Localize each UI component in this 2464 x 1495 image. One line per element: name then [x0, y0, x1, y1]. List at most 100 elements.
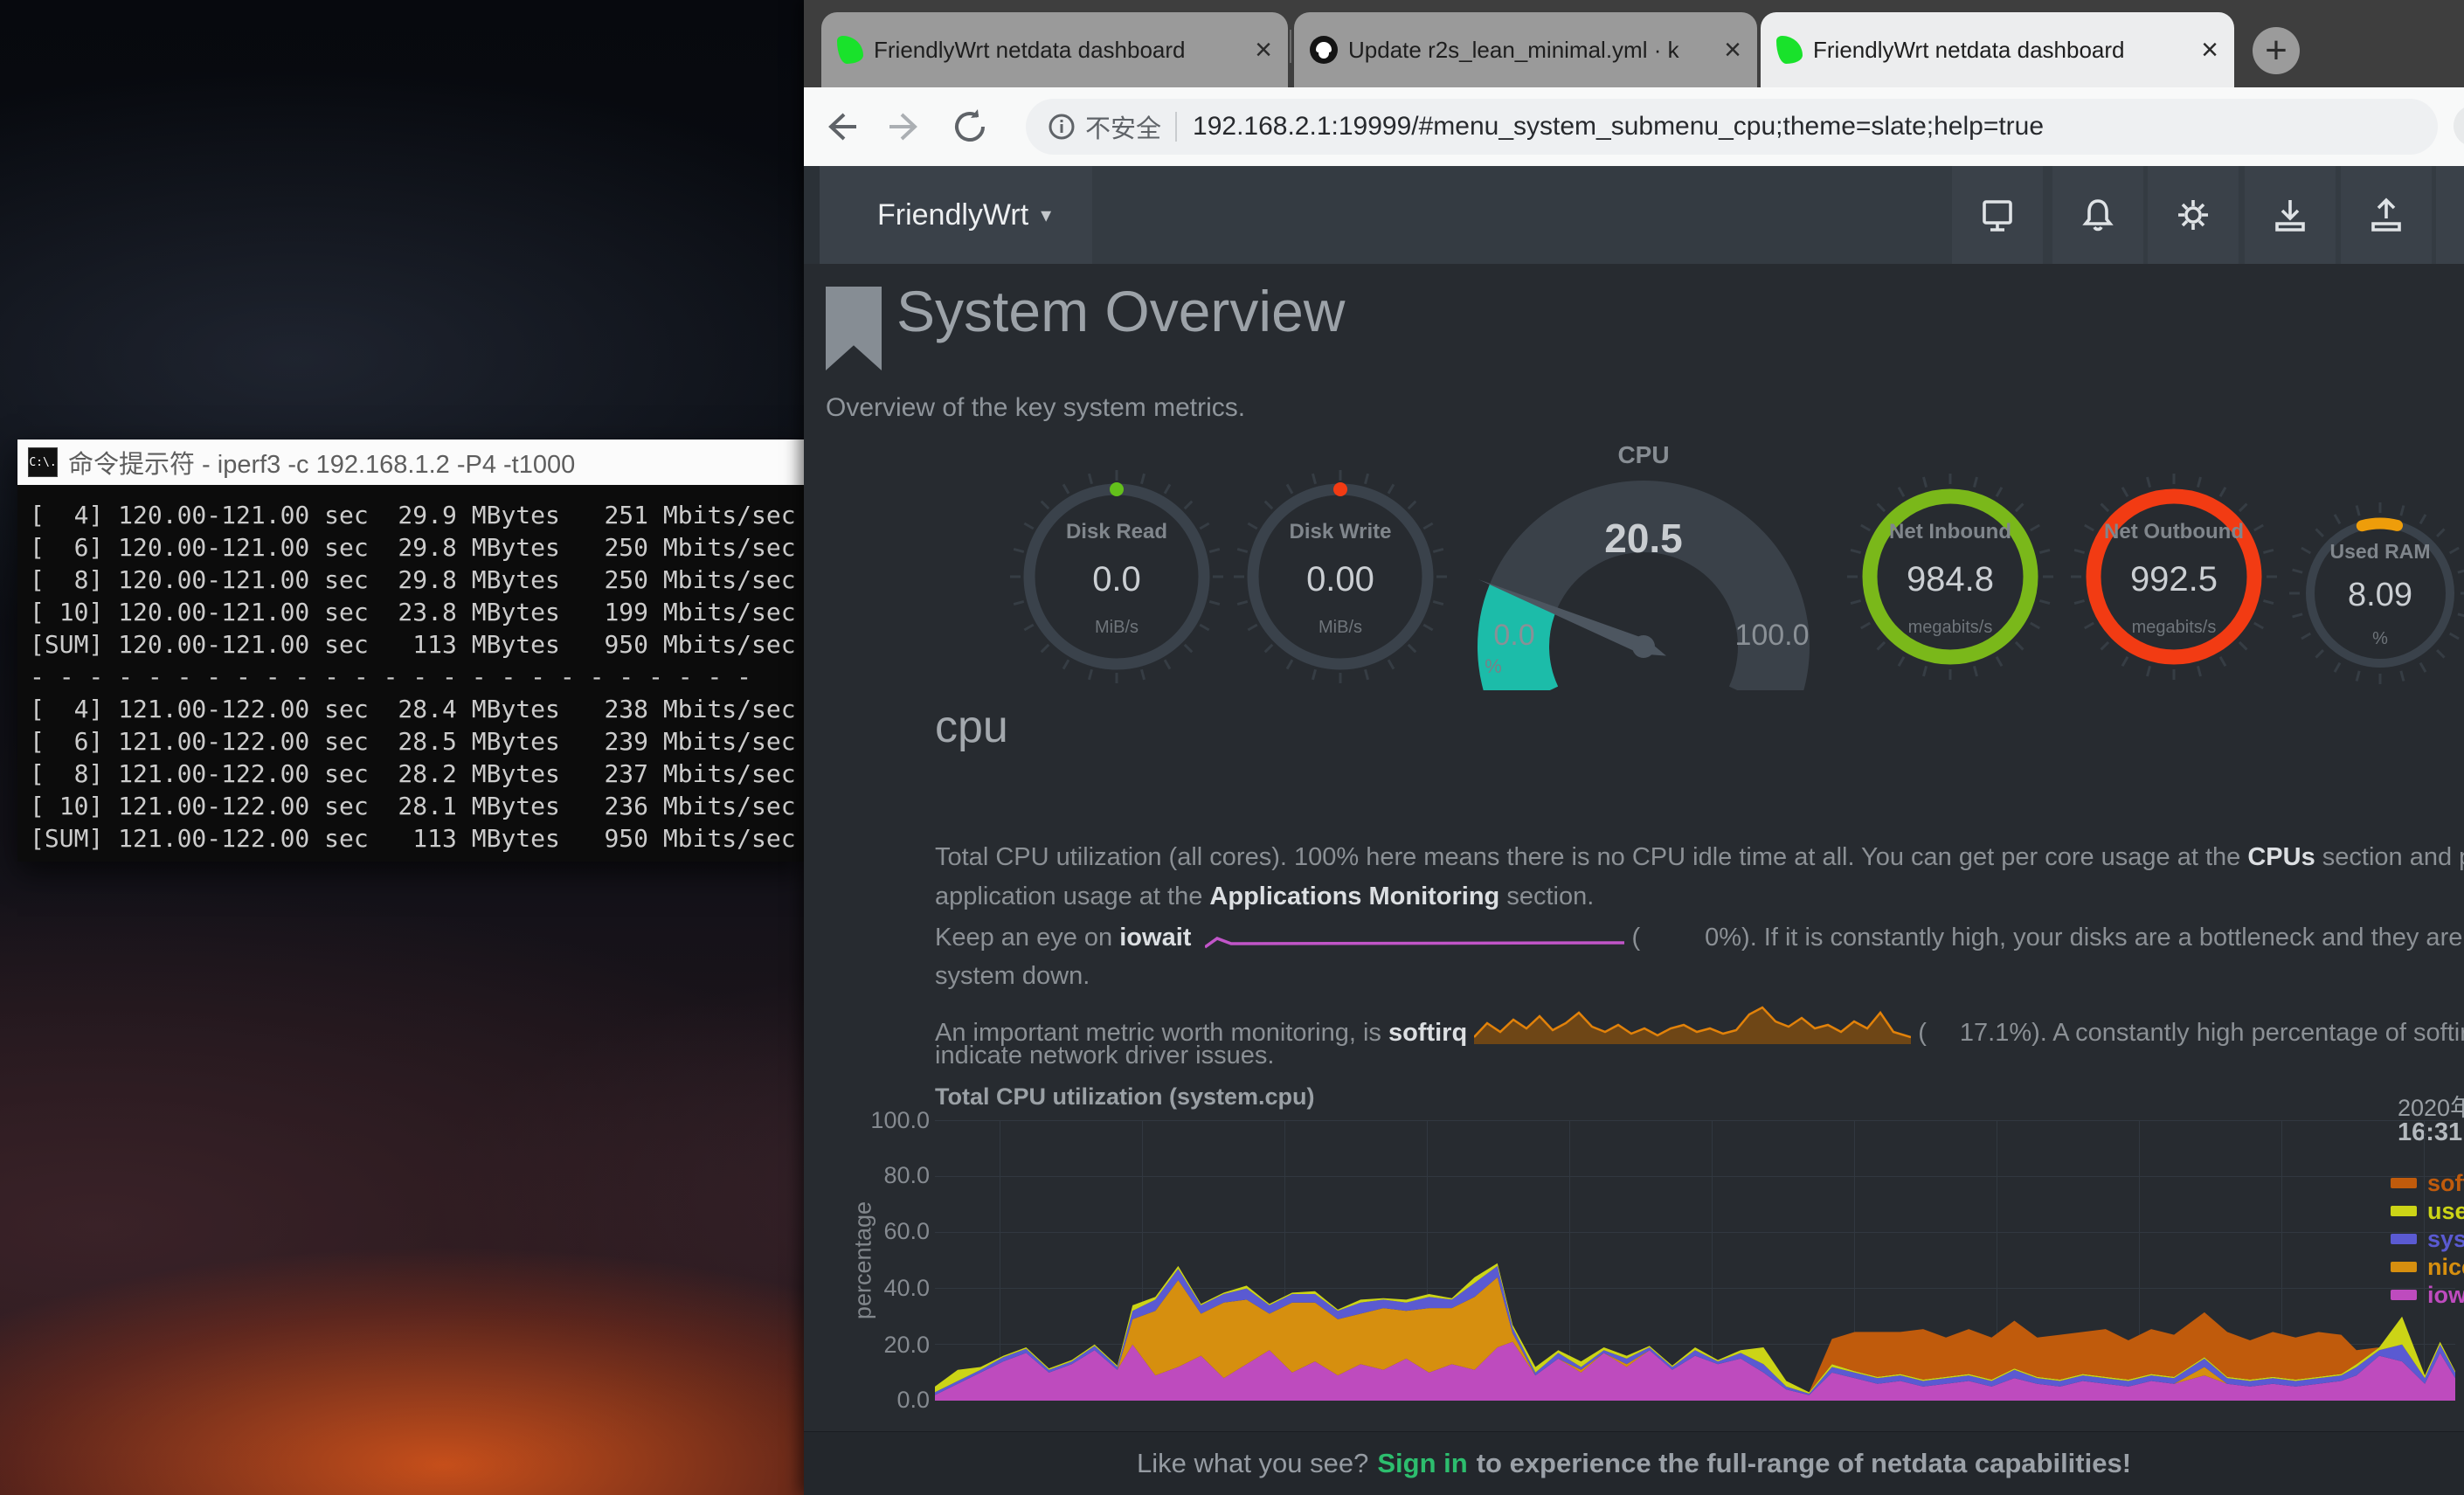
close-icon[interactable]: × [2201, 35, 2218, 65]
close-icon[interactable]: × [1255, 35, 1272, 65]
terminal-line: [SUM] 120.00-121.00 sec 113 MBytes 950 M… [30, 628, 792, 661]
svg-text:megabits/s: megabits/s [2132, 618, 2217, 637]
signin-prefix: Like what you see? [1137, 1448, 1368, 1479]
tab-github[interactable]: Update r2s_lean_minimal.yml · k × [1294, 12, 1757, 87]
svg-text:Net Outbound: Net Outbound [2104, 520, 2244, 543]
legend-label: user [2427, 1198, 2464, 1225]
tab-netdata-2-active[interactable]: FriendlyWrt netdata dashboard × [1761, 12, 2234, 87]
cpu-gauge-arc [1478, 481, 1810, 690]
status-dot [1333, 482, 1347, 496]
legend-swatch [2391, 1262, 2417, 1272]
svg-text:MiB/s: MiB/s [1319, 618, 1362, 637]
bell-icon [2078, 195, 2118, 235]
omnibox-divider [1175, 112, 1177, 142]
tab-title: Update r2s_lean_minimal.yml · k [1348, 37, 1712, 64]
legend-label: system [2427, 1226, 2464, 1253]
gauge-cpu[interactable]: CPU 20.5 0.0 100.0 % [1460, 428, 1827, 690]
terminal-line: [ 10] 120.00-121.00 sec 23.8 MBytes 199 … [30, 596, 792, 628]
gauge-disk-read[interactable]: Disk Read 0.0 MiB/s [1003, 454, 1230, 699]
y-axis-label: 100.0 [855, 1107, 930, 1134]
cpus-link[interactable]: CPUs [2247, 843, 2315, 871]
legend-swatch [2391, 1290, 2417, 1300]
toolbar-extra-icon[interactable] [2454, 105, 2464, 147]
header-edge [804, 166, 820, 264]
import-settings-button[interactable] [2245, 166, 2336, 264]
upload-icon [2366, 195, 2406, 235]
gauge-net-outbound[interactable]: Net Outbound 992.5 megabits/s [2060, 454, 2288, 699]
chart-legend: softirq user system nice iowait [2391, 1169, 2464, 1309]
netdata-header: FriendlyWrt ▾ [804, 166, 2464, 264]
reload-icon[interactable] [949, 106, 991, 148]
signin-suffix: to experience the full-range of netdata … [1477, 1448, 2131, 1479]
cmd-icon: C:\. [28, 447, 58, 477]
legend-row-system[interactable]: system [2391, 1225, 2464, 1253]
tab-netdata-1[interactable]: FriendlyWrt netdata dashboard × [821, 12, 1288, 87]
iowait-sparkline [1205, 923, 1624, 952]
header-partial-button[interactable] [2436, 166, 2464, 264]
page-title: System Overview [896, 278, 1345, 344]
terminal-title: 命令提示符 - iperf3 -c 192.168.1.2 -P4 -t1000 [68, 444, 575, 481]
applications-monitoring-link[interactable]: Applications Monitoring [1209, 882, 1499, 910]
host-dropdown[interactable]: FriendlyWrt ▾ [820, 166, 1092, 264]
info-icon[interactable] [1047, 112, 1076, 142]
new-tab-button[interactable]: + [2253, 27, 2300, 74]
terminal-window[interactable]: C:\. 命令提示符 - iperf3 -c 192.168.1.2 -P4 -… [17, 440, 804, 862]
cpu-description-line: system down. [935, 962, 1090, 991]
gauge-disk-write[interactable]: Disk Write 0.00 MiB/s [1227, 454, 1454, 699]
export-settings-button[interactable] [2341, 166, 2432, 264]
softirq-link[interactable]: softirq [1388, 1019, 1467, 1047]
terminal-line: [ 8] 121.00-122.00 sec 28.2 MBytes 237 M… [30, 758, 792, 790]
nodes-view-button[interactable] [1952, 166, 2043, 264]
omnibox[interactable]: 不安全 192.168.2.1:19999/#menu_system_subme… [1026, 99, 2438, 155]
softirq-sparkline [1474, 1002, 1911, 1048]
svg-text:%: % [1485, 655, 1502, 677]
signin-link[interactable]: Sign in [1377, 1448, 1467, 1479]
svg-text:0.00: 0.00 [1306, 560, 1374, 599]
svg-text:8.09: 8.09 [2348, 577, 2412, 613]
netdata-page: System Overview Overview of the key syst… [804, 264, 2464, 1431]
svg-text:megabits/s: megabits/s [1908, 618, 1993, 637]
desktop: C:\. 命令提示符 - iperf3 -c 192.168.1.2 -P4 -… [0, 0, 2464, 1495]
terminal-output: [ 4] 120.00-121.00 sec 29.9 MBytes 251 M… [17, 485, 804, 862]
iowait-link[interactable]: iowait [1119, 924, 1191, 952]
terminal-line: [SUM] 121.00-122.00 sec 113 MBytes 950 M… [30, 822, 792, 855]
terminal-titlebar[interactable]: C:\. 命令提示符 - iperf3 -c 192.168.1.2 -P4 -… [17, 440, 804, 485]
svg-text:0.0: 0.0 [1092, 560, 1141, 599]
svg-text:Disk Write: Disk Write [1290, 520, 1392, 543]
terminal-line: - - - - - - - - - - - - - - - - - - - - … [30, 661, 792, 693]
browser-window: FriendlyWrt netdata dashboard × Update r… [804, 0, 2464, 1495]
ram-arc [2362, 523, 2397, 526]
legend-label: iowait [2427, 1282, 2464, 1309]
settings-button[interactable] [2148, 166, 2239, 264]
back-icon[interactable] [820, 106, 862, 148]
axis-title-percentage: percentage [850, 1147, 877, 1374]
svg-text:MiB/s: MiB/s [1095, 618, 1139, 637]
terminal-line: [ 6] 120.00-121.00 sec 29.8 MBytes 250 M… [30, 531, 792, 564]
cpu-chart-areas [935, 1120, 2455, 1401]
tab-title: FriendlyWrt netdata dashboard [874, 37, 1242, 64]
gauge-used-ram[interactable]: Used RAM 8.09 % [2267, 471, 2464, 716]
chevron-down-icon: ▾ [1041, 203, 1051, 228]
monitor-icon [1977, 195, 2018, 235]
cpu-section-heading: cpu [935, 701, 1008, 753]
legend-row-user[interactable]: user [2391, 1197, 2464, 1225]
svg-text:Disk Read: Disk Read [1066, 520, 1167, 543]
alarms-button[interactable] [2052, 166, 2143, 264]
svg-text:Used RAM: Used RAM [2329, 540, 2430, 563]
svg-text:Net Inbound: Net Inbound [1889, 520, 2011, 543]
tab-divider [1290, 30, 1291, 63]
cpu-chart[interactable] [935, 1120, 2455, 1401]
security-label[interactable]: 不安全 [1085, 108, 1161, 145]
url-text[interactable]: 192.168.2.1:19999/#menu_system_submenu_c… [1193, 112, 2044, 142]
terminal-line: [ 10] 121.00-122.00 sec 28.1 MBytes 236 … [30, 790, 792, 822]
legend-row-iowait[interactable]: iowait [2391, 1281, 2464, 1309]
page-subtitle: Overview of the key system metrics. [826, 393, 1245, 423]
gauge-net-inbound[interactable]: Net Inbound 984.8 megabits/s [1837, 454, 2064, 699]
chart-title: Total CPU utilization (system.cpu) [935, 1083, 1315, 1111]
terminal-line: [ 8] 120.00-121.00 sec 29.8 MBytes 250 M… [30, 564, 792, 596]
legend-row-softirq[interactable]: softirq [2391, 1169, 2464, 1197]
forward-icon[interactable] [884, 106, 926, 148]
tab-strip: FriendlyWrt netdata dashboard × Update r… [804, 0, 2464, 87]
legend-row-nice[interactable]: nice [2391, 1253, 2464, 1281]
close-icon[interactable]: × [1724, 35, 1741, 65]
